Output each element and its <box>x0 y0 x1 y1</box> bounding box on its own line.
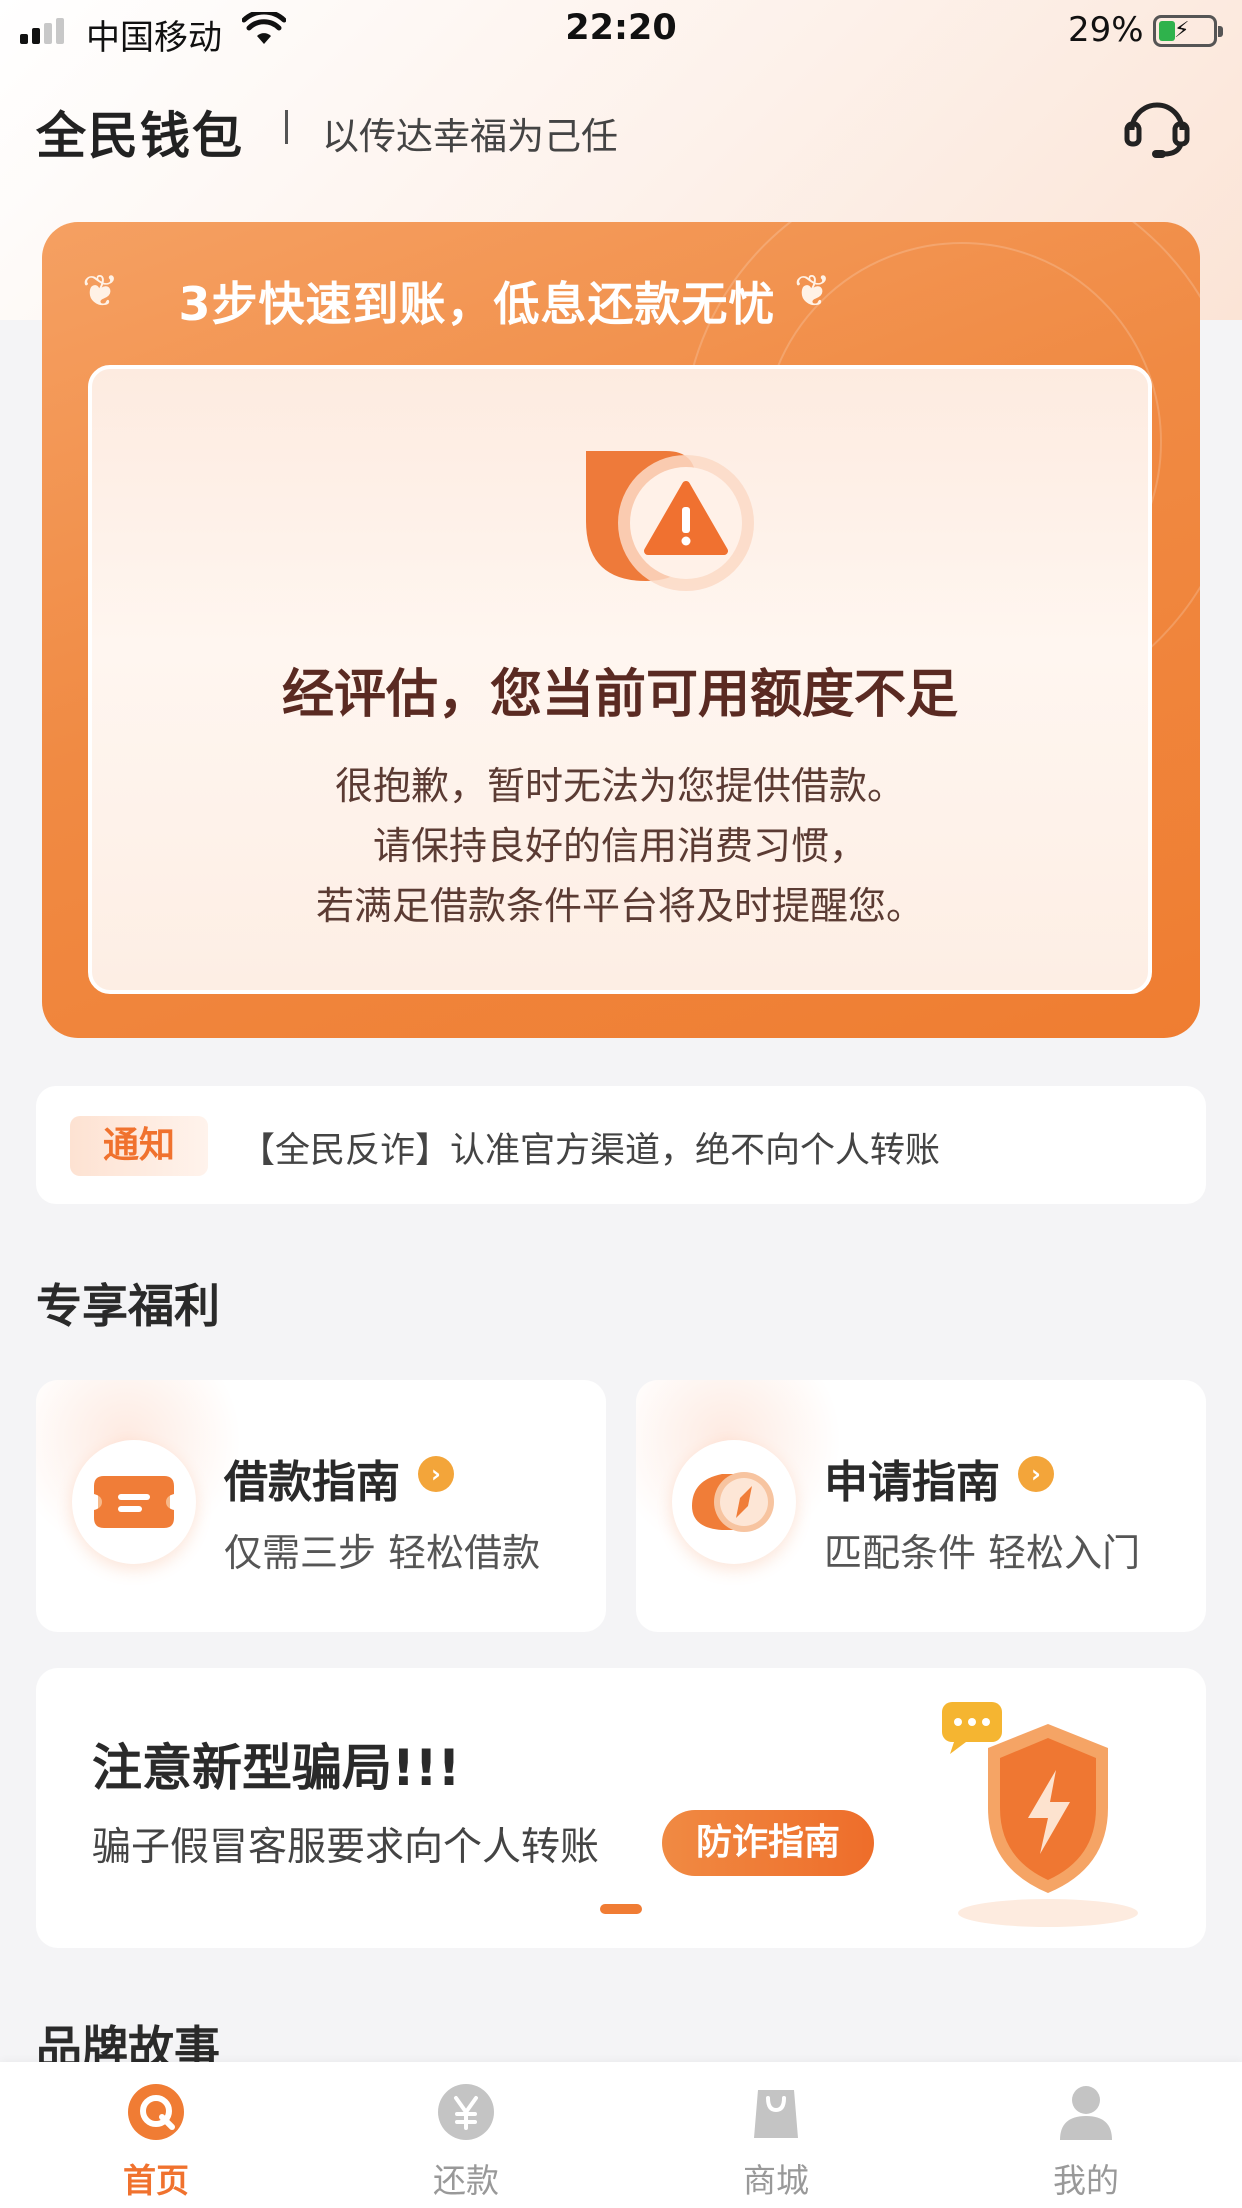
tab-label: 还款 <box>433 2161 499 2200</box>
carousel-indicator <box>600 1904 642 1914</box>
apply-guide-subtitle: 匹配条件 轻松入门 <box>824 1531 1141 1575</box>
headset-icon[interactable] <box>1122 94 1192 160</box>
apply-guide-title: 申请指南 <box>824 1457 1000 1508</box>
fraud-subtitle: 骗子假冒客服要求向个人转账 <box>92 1825 600 1870</box>
user-icon <box>1060 2086 1112 2140</box>
insufficient-credit-panel: 经评估，您当前可用额度不足 很抱歉，暂时无法为您提供借款。 请保持良好的信用消费… <box>88 365 1152 994</box>
tab-home[interactable]: 首页 <box>56 2082 256 2202</box>
notice-bar[interactable]: 通知 【全民反诈】认准官方渠道，绝不向个人转账 <box>36 1086 1206 1204</box>
warning-message-line: 请保持良好的信用消费习惯， <box>372 824 867 868</box>
tab-label: 首页 <box>123 2161 189 2200</box>
laurel-right-icon: ❦ <box>794 266 831 317</box>
loan-guide-title: 借款指南 <box>224 1457 400 1508</box>
tab-mine[interactable]: 我的 <box>986 2082 1186 2202</box>
warning-icon <box>586 451 754 591</box>
notice-tag: 通知 <box>70 1116 208 1176</box>
ticket-icon <box>72 1440 196 1564</box>
clock: 22:20 <box>565 8 677 48</box>
tab-label: 商城 <box>743 2161 809 2200</box>
anti-fraud-guide-button[interactable]: 防诈指南 <box>662 1810 874 1876</box>
tab-mall[interactable]: 商城 <box>676 2082 876 2202</box>
shopping-bag-icon <box>754 2090 798 2138</box>
header-divider <box>285 110 288 144</box>
hero-title: 3步快速到账，低息还款无忧 <box>178 277 776 331</box>
bottom-tab-bar: 首页 还款 商城 我的 <box>0 2062 1242 2208</box>
tab-repay[interactable]: 还款 <box>366 2082 566 2202</box>
fraud-title: 注意新型骗局!!! <box>92 1739 461 1797</box>
tab-label: 我的 <box>1053 2161 1119 2200</box>
loan-guide-card[interactable]: 借款指南 › 仅需三步 轻松借款 <box>36 1380 606 1632</box>
app-header: 全民钱包 以传达幸福为己任 <box>36 92 1206 165</box>
app-slogan: 以传达幸福为己任 <box>322 115 618 158</box>
notice-text: 【全民反诈】认准官方渠道，绝不向个人转账 <box>240 1131 941 1171</box>
warning-title: 经评估，您当前可用额度不足 <box>281 665 958 725</box>
chevron-right-icon: › <box>1018 1456 1054 1492</box>
shield-icon <box>942 1702 1138 1927</box>
credit-status-card: ❦ 3步快速到账，低息还款无忧 ❦ 经评估，您当前可用额度不足 很抱歉，暂时无法… <box>42 222 1200 1038</box>
fraud-warning-banner[interactable]: 注意新型骗局!!! 骗子假冒客服要求向个人转账 防诈指南 <box>36 1668 1206 1948</box>
battery-icon: ⚡ <box>1153 15 1223 47</box>
loan-guide-subtitle: 仅需三步 轻松借款 <box>224 1531 541 1575</box>
benefits-section-title: 专享福利 <box>36 1279 220 1333</box>
app-name: 全民钱包 <box>36 107 244 165</box>
status-bar: 中国移动 22:20 29% ⚡ <box>0 0 1242 62</box>
home-icon <box>128 2084 184 2140</box>
warning-message-line: 若满足借款条件平台将及时提醒您。 <box>315 884 924 928</box>
yen-icon <box>438 2084 494 2140</box>
apply-guide-card[interactable]: 申请指南 › 匹配条件 轻松入门 <box>636 1380 1206 1632</box>
battery-percent: 29% <box>1068 10 1144 50</box>
chevron-right-icon: › <box>418 1456 454 1492</box>
compass-icon <box>672 1440 796 1564</box>
warning-message-line: 很抱歉，暂时无法为您提供借款。 <box>334 764 905 808</box>
